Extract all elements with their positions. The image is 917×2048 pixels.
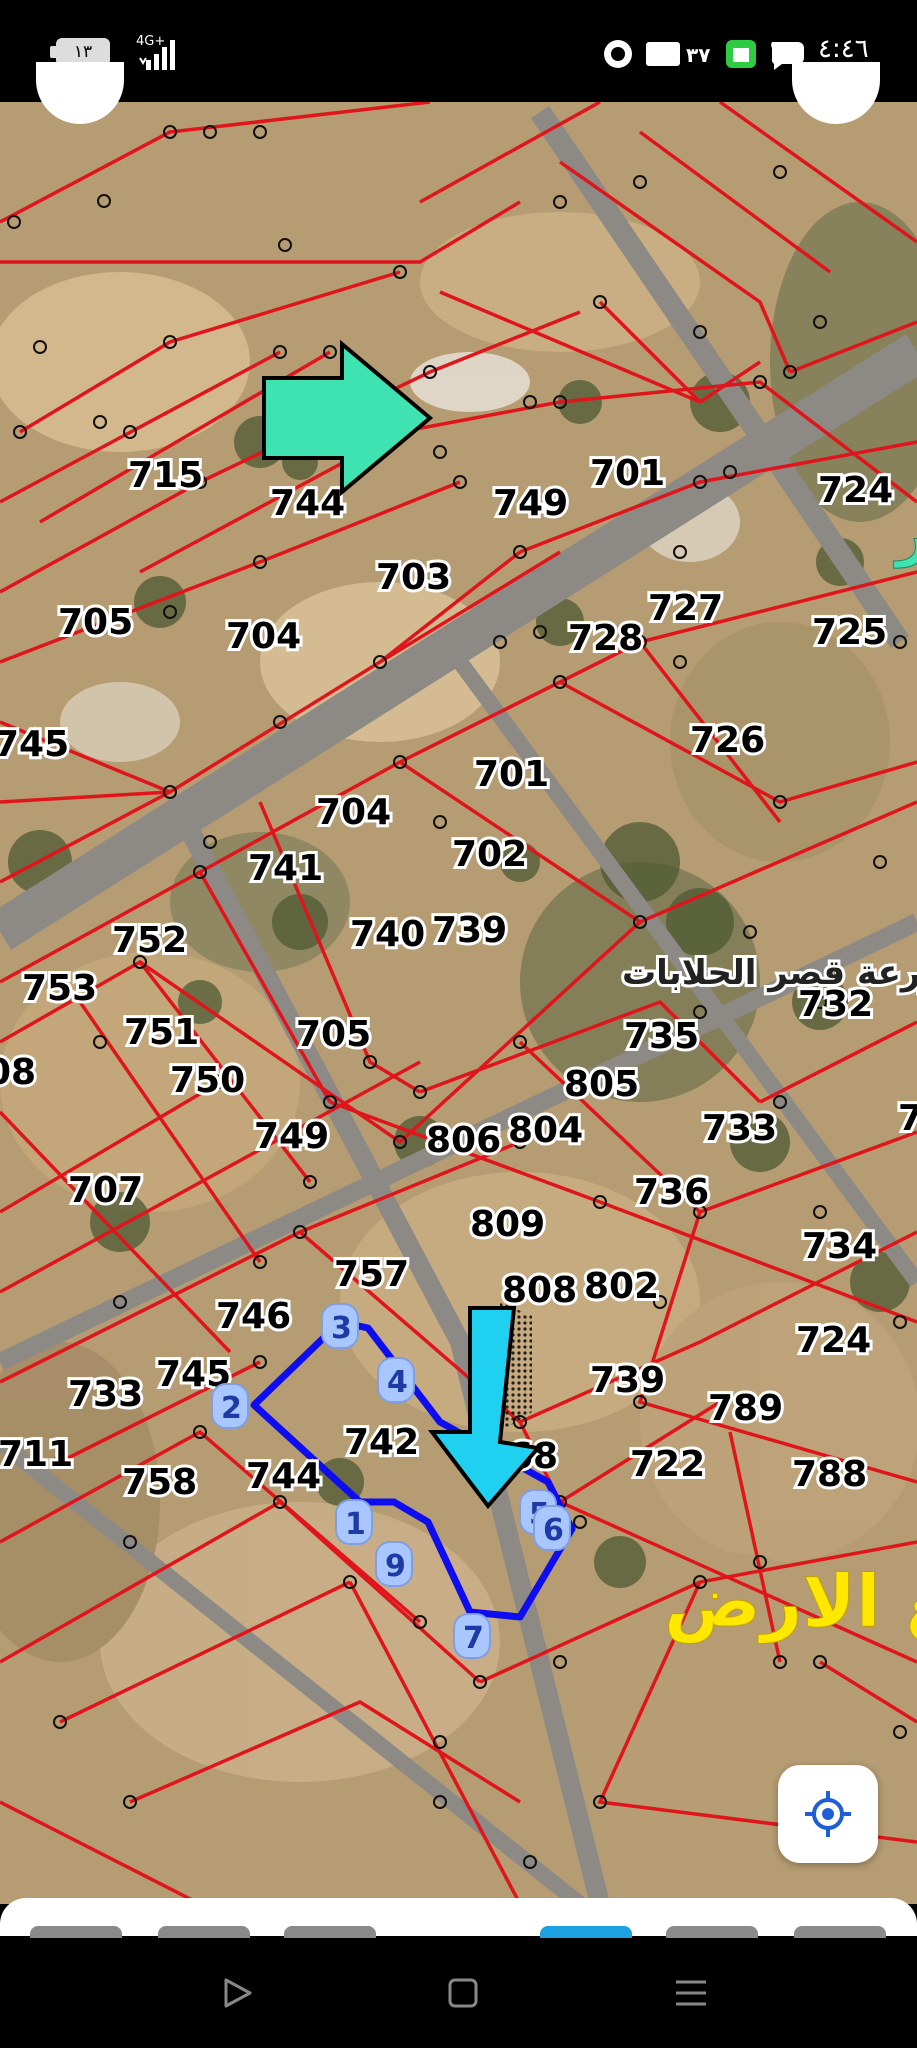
svg-text:703: 703 (376, 557, 451, 598)
farm-label: مزرعة قصر الحلابات (622, 953, 917, 993)
crosshair-target-icon (805, 1791, 851, 1837)
svg-text:6: 6 (543, 1513, 564, 1548)
point-9: 9 (375, 1541, 413, 1587)
point-2: 2 (211, 1383, 249, 1429)
point-6: 6 (533, 1505, 571, 1551)
point-4: 4 (377, 1357, 415, 1403)
point-1: 1 (335, 1499, 373, 1545)
svg-text:7: 7 (463, 1621, 484, 1656)
svg-text:711: 711 (0, 1434, 73, 1475)
svg-text:724: 724 (796, 1320, 871, 1361)
svg-text:705: 705 (58, 602, 133, 643)
svg-text:727: 727 (648, 588, 723, 629)
svg-text:2: 2 (221, 1391, 242, 1426)
svg-text:701: 701 (590, 453, 665, 494)
svg-text:739: 739 (590, 1360, 665, 1401)
land-location-label: موقع الارض (664, 1559, 917, 1644)
network-type: 4G+ (136, 34, 165, 49)
svg-text:806: 806 (426, 1120, 501, 1161)
svg-text:728: 728 (568, 618, 643, 659)
svg-text:707: 707 (68, 1170, 143, 1211)
clock: ٤:٤٦ (818, 34, 869, 64)
signal-icon: 4G+ (136, 34, 175, 70)
svg-text:722: 722 (630, 1444, 705, 1485)
svg-text:3: 3 (331, 1311, 352, 1346)
back-triangle-icon[interactable] (212, 1968, 262, 2018)
svg-text:735: 735 (624, 1016, 699, 1057)
svg-text:745: 745 (0, 724, 69, 765)
svg-text:749: 749 (254, 1116, 329, 1157)
svg-text:757: 757 (334, 1254, 409, 1295)
svg-text:704: 704 (226, 616, 301, 657)
svg-text:08: 08 (0, 1052, 36, 1093)
svg-text:789: 789 (708, 1388, 783, 1429)
svg-text:752: 752 (112, 920, 187, 961)
svg-text:٣٧: ٣٧ (686, 43, 710, 67)
svg-text:742: 742 (344, 1422, 419, 1463)
svg-text:751: 751 (124, 1012, 199, 1053)
svg-text:802: 802 (584, 1266, 659, 1307)
svg-text:750: 750 (170, 1060, 245, 1101)
svg-text:753: 753 (22, 968, 97, 1009)
point-7: 7 (453, 1613, 491, 1659)
bottom-sheet[interactable] (0, 1898, 917, 1936)
svg-text:804: 804 (508, 1110, 583, 1151)
svg-text:744: 744 (246, 1456, 321, 1497)
svg-text:704: 704 (316, 792, 391, 833)
svg-text:744: 744 (270, 483, 345, 524)
svg-text:809: 809 (470, 1204, 545, 1245)
point-3: 3 (321, 1303, 359, 1349)
svg-text:758: 758 (122, 1462, 197, 1503)
map-view[interactable]: 715 744 749 701 724 703 705 704 727 728 … (0, 102, 917, 1904)
svg-text:701: 701 (474, 754, 549, 795)
svg-text:808: 808 (502, 1270, 577, 1311)
mosque-label: مسجد الحلابات الغربي الكبير (893, 500, 917, 569)
satellite-map[interactable]: 715 744 749 701 724 703 705 704 727 728 … (0, 102, 917, 1904)
svg-text:715: 715 (128, 455, 203, 496)
svg-text:739: 739 (432, 910, 507, 951)
svg-text:725: 725 (812, 612, 887, 653)
svg-text:7: 7 (898, 1098, 917, 1139)
svg-text:736: 736 (634, 1172, 709, 1213)
menu-lines-icon[interactable] (666, 1968, 716, 2018)
svg-text:805: 805 (564, 1064, 639, 1105)
svg-text:740: 740 (350, 914, 425, 955)
svg-text:702: 702 (452, 834, 527, 875)
svg-text:788: 788 (792, 1454, 867, 1495)
svg-text:746: 746 (216, 1296, 291, 1337)
svg-text:741: 741 (248, 848, 323, 889)
svg-text:705: 705 (296, 1014, 371, 1055)
svg-text:749: 749 (493, 483, 568, 524)
locate-me-button[interactable] (778, 1765, 878, 1863)
svg-text:4: 4 (387, 1365, 408, 1400)
svg-text:9: 9 (385, 1549, 406, 1584)
svg-text:733: 733 (68, 1374, 143, 1415)
home-square-icon[interactable] (438, 1968, 488, 2018)
svg-text:1: 1 (345, 1507, 366, 1542)
svg-text:726: 726 (690, 720, 765, 761)
status-bar: ١٣ 4G+ ٣٧ ٤:٤٦ (0, 0, 917, 102)
svg-text:734: 734 (802, 1226, 877, 1267)
system-navigation-bar (0, 1938, 917, 2048)
svg-text:724: 724 (818, 470, 893, 511)
svg-text:733: 733 (702, 1108, 777, 1149)
